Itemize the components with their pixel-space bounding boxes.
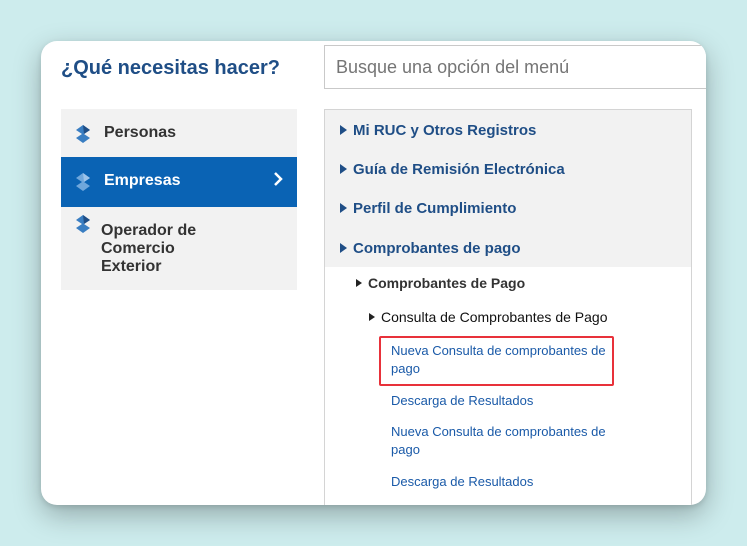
page-title: ¿Qué necesitas hacer? [61, 57, 280, 79]
menu-item-label: Consulta de Comprobantes de Pago [381, 309, 608, 325]
sunat-logo-icon [76, 215, 90, 233]
sidebar-item-empresas[interactable]: Empresas [61, 157, 297, 207]
leaf-nueva-consulta-1[interactable]: Nueva Consulta de comprobantes de pago [391, 342, 621, 378]
triangle-right-icon [369, 313, 375, 321]
sidebar-item-label: Operador de Comercio Exterior [101, 222, 197, 275]
leaf-nueva-consulta-2[interactable]: Nueva Consulta de comprobantes de pago [391, 423, 621, 459]
leaf-descarga-resultados-1[interactable]: Descarga de Resultados [391, 392, 621, 410]
leaf-descarga-resultados-2[interactable]: Descarga de Resultados [391, 473, 621, 491]
search-input[interactable] [324, 45, 706, 89]
chevron-right-icon [274, 172, 283, 186]
sunat-logo-icon [76, 125, 90, 143]
sidebar: Personas Empresas Operador de Comercio E… [61, 109, 297, 290]
sidebar-item-personas[interactable]: Personas [61, 109, 297, 157]
menu-item-label: Comprobantes de Pago [368, 275, 526, 291]
sunat-logo-icon [76, 173, 90, 191]
menu-item-consulta-comprobantes[interactable]: Consulta de Comprobantes de Pago [369, 309, 607, 325]
triangle-right-icon [356, 279, 362, 287]
sidebar-item-operador[interactable]: Operador de Comercio Exterior [61, 207, 297, 290]
sidebar-item-label: Personas [104, 124, 177, 141]
submenu-container: Comprobantes de Pago Consulta de Comprob… [324, 109, 692, 505]
sidebar-item-label: Empresas [104, 172, 181, 189]
menu-item-comprobantes-de-pago[interactable]: Comprobantes de Pago [356, 275, 525, 291]
